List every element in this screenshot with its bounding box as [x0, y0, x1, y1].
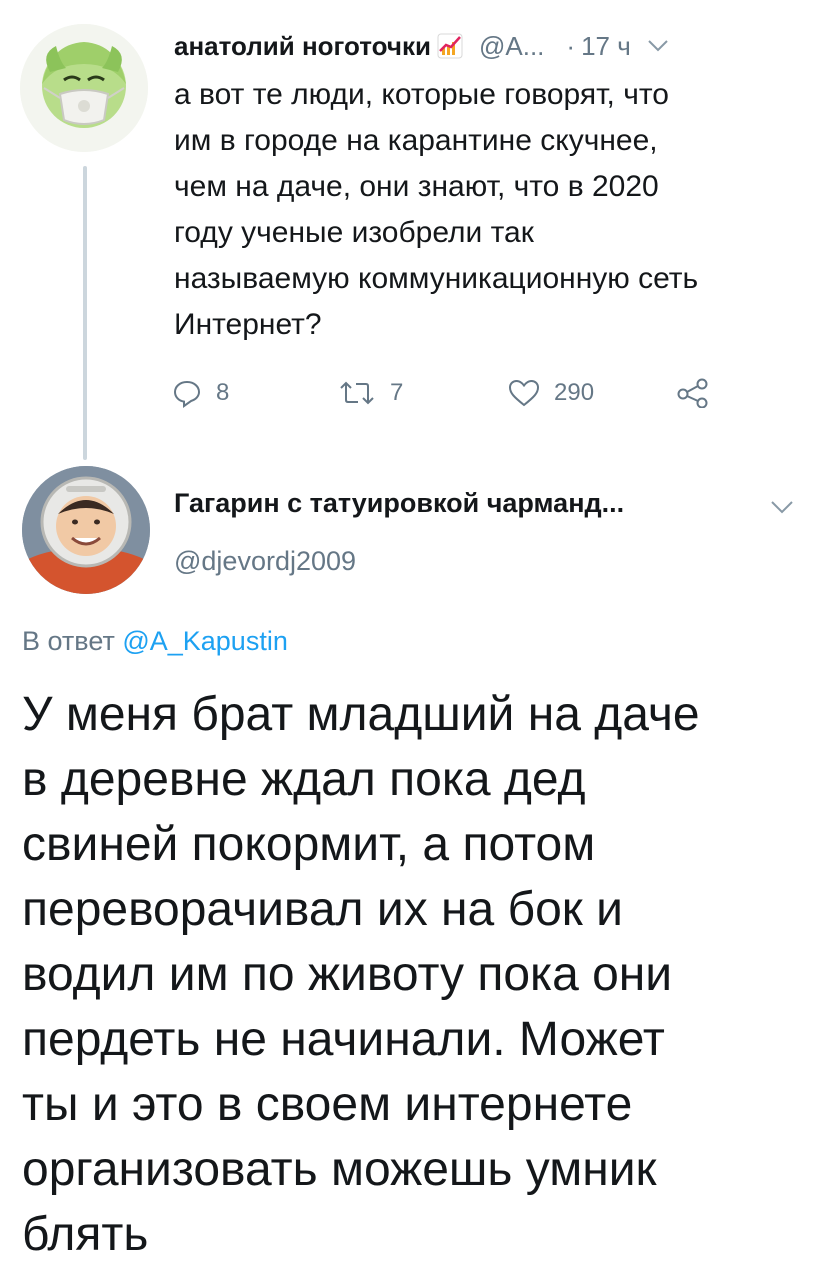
tweet1-actions: 8 7 290	[168, 368, 728, 418]
avatar-astronaut[interactable]	[22, 466, 150, 594]
tweet1-author-handle[interactable]: @А...	[479, 31, 544, 62]
tweet2-author-name[interactable]: Гагарин с татуировкой чарманд...	[174, 488, 624, 519]
retweet-count: 7	[390, 379, 404, 406]
like-icon	[508, 378, 540, 408]
share-button[interactable]	[676, 368, 710, 418]
tweet2-author-handle[interactable]: @djevordj2009	[174, 546, 356, 577]
reply-context-prefix: В ответ	[22, 626, 123, 656]
reply-button[interactable]: 8	[172, 368, 229, 418]
chevron-down-icon[interactable]	[647, 39, 669, 53]
avatar-cabbage[interactable]	[20, 24, 148, 152]
reply-count: 8	[216, 379, 230, 406]
tweet2-text: У меня брат младший на даче в деревне жд…	[22, 688, 700, 1261]
like-button[interactable]: 290	[508, 368, 594, 418]
retweet-button[interactable]: 7	[338, 368, 403, 418]
tweet1-timestamp[interactable]: 17 ч	[581, 31, 631, 62]
reply-context: В ответ @A_Kapustin	[22, 626, 288, 657]
retweet-icon	[338, 378, 376, 408]
thread-line	[83, 166, 87, 460]
reply-mention-link[interactable]: @A_Kapustin	[122, 626, 288, 656]
chevron-down-icon[interactable]	[770, 500, 794, 516]
like-count: 290	[554, 379, 595, 406]
reply-icon	[172, 378, 202, 408]
tweet1-author-name[interactable]: анатолий ноготочки	[174, 31, 431, 62]
share-icon	[676, 378, 710, 408]
tweet1-text: а вот те люди, которые говорят, что им в…	[174, 78, 699, 341]
tweet1-header: анатолий ноготочки @А... · 17 ч	[174, 26, 794, 66]
tweet1-separator: ·	[566, 30, 576, 61]
chart-increasing-icon	[435, 31, 465, 61]
